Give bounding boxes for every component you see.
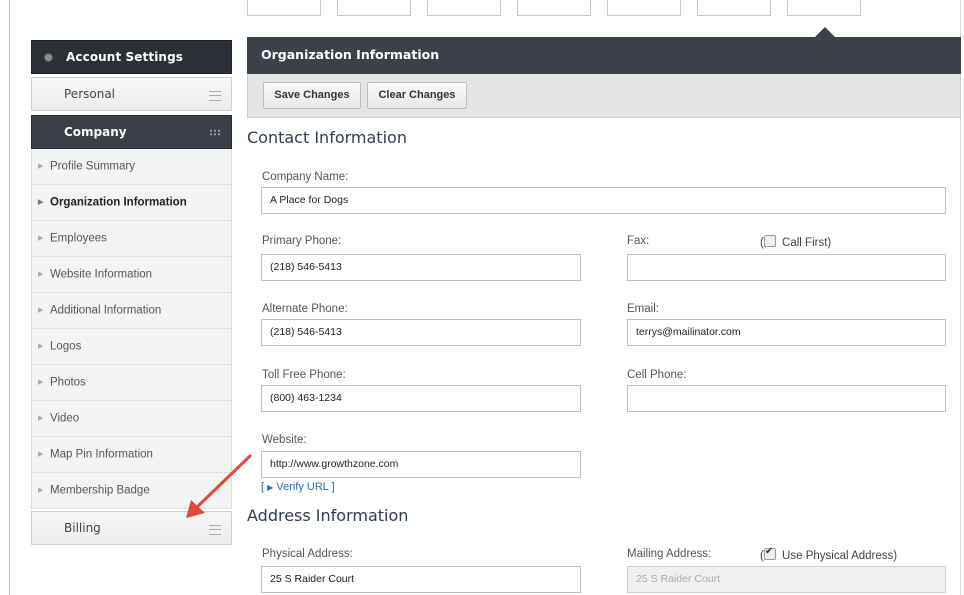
fax-label: Fax: bbox=[627, 235, 650, 247]
sidebar-item-membership-badge[interactable]: ▶ Membership Badge bbox=[32, 473, 231, 509]
sidebar-item-logos[interactable]: ▶ Logos bbox=[32, 329, 231, 365]
save-changes-button[interactable]: Save Changes bbox=[263, 82, 361, 109]
page-title: Organization Information bbox=[247, 37, 961, 74]
top-tab-7-active[interactable] bbox=[787, 0, 861, 16]
sidebar-item-label: Additional Information bbox=[50, 304, 162, 317]
use-physical-address-option[interactable]: ( Use Physical Address) bbox=[760, 546, 898, 562]
sidebar-item-label: Map Pin Information bbox=[50, 448, 153, 461]
alternate-phone-input[interactable]: (218) 546-5413 bbox=[261, 319, 581, 346]
use-physical-address-label: Use Physical Address) bbox=[782, 550, 898, 562]
toll-free-phone-label: Toll Free Phone: bbox=[262, 369, 346, 381]
call-first-option[interactable]: ( Call First) bbox=[760, 235, 831, 249]
caret-right-icon: ▶ bbox=[38, 487, 44, 494]
top-tab-4[interactable] bbox=[517, 0, 591, 16]
caret-right-icon: ▶ bbox=[38, 199, 44, 206]
contact-information-heading: Contact Information bbox=[247, 128, 407, 147]
personal-label: Personal bbox=[64, 87, 116, 101]
sidebar-item-map-pin-information[interactable]: ▶ Map Pin Information bbox=[32, 437, 231, 473]
caret-right-icon: ▶ bbox=[38, 451, 44, 458]
play-icon: ▶ bbox=[267, 483, 274, 492]
physical-address-input[interactable]: 25 S Raider Court bbox=[261, 566, 581, 593]
verify-url-close-bracket: ] bbox=[331, 481, 335, 493]
circle-icon bbox=[44, 53, 53, 62]
sidebar-item-label: Employees bbox=[50, 232, 107, 245]
company-name-input[interactable]: A Place for Dogs bbox=[261, 187, 946, 214]
caret-right-icon: ▶ bbox=[38, 415, 44, 422]
caret-right-icon: ▶ bbox=[38, 307, 44, 314]
sidebar-item-label: Video bbox=[50, 412, 80, 425]
caret-right-icon: ▶ bbox=[38, 343, 44, 350]
email-label: Email: bbox=[627, 303, 659, 315]
account-settings-label: Account Settings bbox=[66, 50, 184, 64]
sidebar-item-label: Website Information bbox=[50, 268, 153, 281]
sidebar-item-label: Photos bbox=[50, 376, 86, 389]
sidebar-item-employees[interactable]: ▶ Employees bbox=[32, 221, 231, 257]
top-tab-6[interactable] bbox=[697, 0, 771, 16]
cell-phone-label: Cell Phone: bbox=[627, 369, 687, 381]
sidebar-item-label: Profile Summary bbox=[50, 160, 135, 173]
sidebar-section-company[interactable]: Company bbox=[31, 115, 232, 149]
sidebar-item-video[interactable]: ▶ Video bbox=[32, 401, 231, 437]
caret-right-icon: ▶ bbox=[38, 379, 44, 386]
address-information-heading: Address Information bbox=[247, 506, 409, 525]
physical-address-label: Physical Address: bbox=[262, 548, 353, 560]
caret-right-icon: ▶ bbox=[38, 235, 44, 242]
active-tab-pointer bbox=[815, 27, 835, 37]
toolbar: Save Changes Clear Changes bbox=[247, 74, 961, 118]
hamburger-icon bbox=[209, 91, 221, 101]
cell-phone-input[interactable] bbox=[627, 385, 946, 412]
sidebar-item-profile-summary[interactable]: ▶ Profile Summary bbox=[32, 149, 231, 185]
primary-phone-input[interactable]: (218) 546-5413 bbox=[261, 254, 581, 281]
grid-icon bbox=[209, 129, 221, 136]
top-tab-3[interactable] bbox=[427, 0, 501, 16]
use-physical-address-checkbox[interactable] bbox=[763, 546, 776, 560]
company-label: Company bbox=[64, 125, 127, 139]
verify-url-link[interactable]: [ ▶ Verify URL ] bbox=[261, 481, 335, 493]
fax-input[interactable] bbox=[627, 254, 946, 281]
alternate-phone-label: Alternate Phone: bbox=[262, 303, 348, 315]
top-tab-1[interactable] bbox=[247, 0, 321, 16]
company-name-label: Company Name: bbox=[262, 171, 349, 183]
website-input[interactable]: http://www.growthzone.com bbox=[261, 451, 581, 478]
account-settings-header[interactable]: Account Settings bbox=[31, 40, 232, 74]
clear-changes-button[interactable]: Clear Changes bbox=[367, 82, 467, 109]
email-input[interactable]: terrys@mailinator.com bbox=[627, 319, 946, 346]
mailing-address-label: Mailing Address: bbox=[627, 548, 712, 560]
hamburger-icon bbox=[209, 525, 221, 535]
sidebar-item-photos[interactable]: ▶ Photos bbox=[32, 365, 231, 401]
sidebar-item-organization-information[interactable]: ▶ Organization Information bbox=[32, 185, 231, 221]
sidebar-item-label: Organization Information bbox=[50, 196, 187, 209]
caret-right-icon: ▶ bbox=[38, 163, 44, 170]
account-sidebar: Account Settings Personal Company ▶ Profi… bbox=[31, 40, 232, 545]
top-tab-5[interactable] bbox=[607, 0, 681, 16]
sidebar-item-website-information[interactable]: ▶ Website Information bbox=[32, 257, 231, 293]
toll-free-phone-input[interactable]: (800) 463-1234 bbox=[261, 385, 581, 412]
primary-phone-label: Primary Phone: bbox=[262, 235, 342, 247]
call-first-label: Call First) bbox=[782, 237, 832, 249]
website-label: Website: bbox=[262, 434, 307, 446]
verify-url-label: Verify URL bbox=[276, 481, 329, 493]
mailing-address-input: 25 S Raider Court bbox=[627, 566, 946, 593]
company-submenu: ▶ Profile Summary ▶ Organization Informati… bbox=[31, 149, 232, 509]
sidebar-item-label: Logos bbox=[50, 340, 82, 353]
top-tab-2[interactable] bbox=[337, 0, 411, 16]
call-first-checkbox[interactable] bbox=[763, 235, 776, 247]
caret-right-icon: ▶ bbox=[38, 271, 44, 278]
sidebar-item-additional-information[interactable]: ▶ Additional Information bbox=[32, 293, 231, 329]
sidebar-section-personal[interactable]: Personal bbox=[31, 77, 232, 111]
sidebar-item-label: Membership Badge bbox=[50, 484, 150, 497]
window-border-left bbox=[9, 0, 10, 595]
billing-label: Billing bbox=[64, 521, 101, 535]
verify-url-open-bracket: [ bbox=[261, 481, 265, 493]
sidebar-section-billing[interactable]: Billing bbox=[31, 511, 232, 545]
